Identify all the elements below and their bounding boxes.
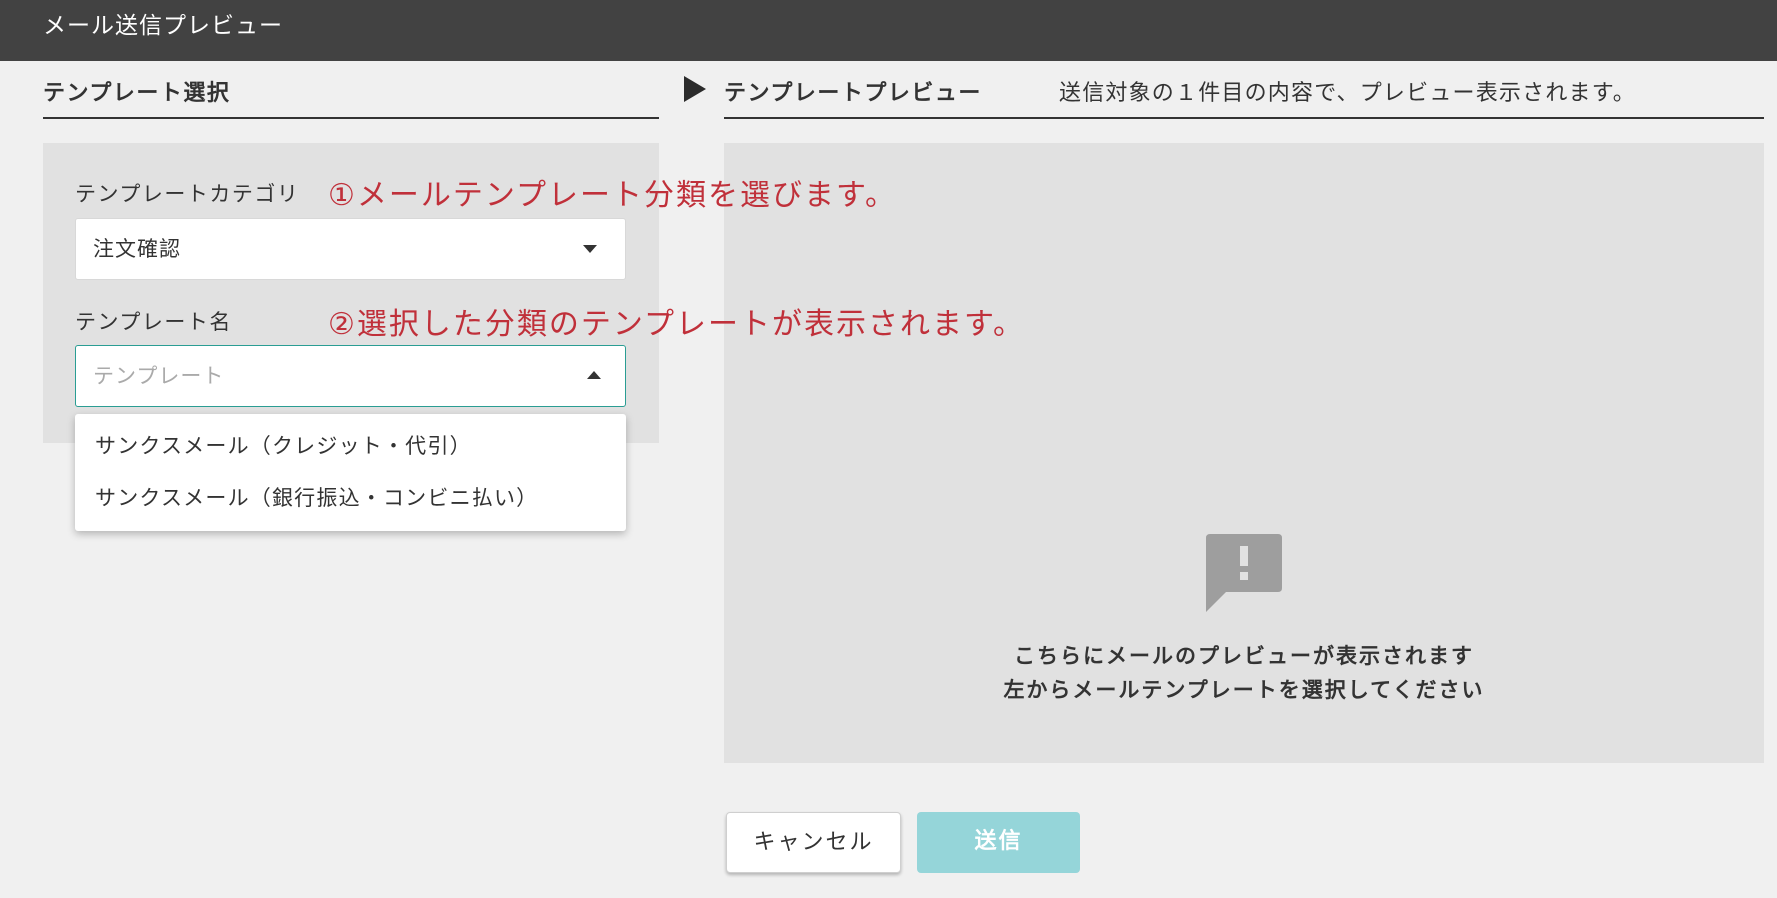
template-preview-heading: テンプレートプレビュー 送信対象の１件目の内容で、プレビュー表示されます。 [724,64,1764,119]
send-button[interactable]: 送信 [917,812,1080,873]
preview-heading-label: テンプレートプレビュー [724,81,982,106]
annotation-step1: ①メールテンプレート分類を選びます。 [328,178,897,213]
preview-empty-line2: 左からメールテンプレートを選択してください [1003,678,1485,702]
feedback-alert-icon [1206,534,1282,612]
caret-up-icon [587,371,601,379]
preview-note: 送信対象の１件目の内容で、プレビュー表示されます。 [1059,81,1636,106]
window-title: メール送信プレビュー [0,0,1777,61]
preview-panel [724,143,1764,763]
preview-empty-line1: こちらにメールのプレビューが表示されます [1014,644,1474,668]
category-select-value: 注文確認 [93,237,181,261]
dropdown-option[interactable]: サンクスメール（クレジット・代引） [95,430,472,460]
template-select-heading: テンプレート選択 [43,64,659,119]
category-label: テンプレートカテゴリ [75,182,300,206]
caret-down-icon [583,245,597,253]
template-name-placeholder: テンプレート [93,364,225,388]
template-name-select[interactable]: テンプレート [75,345,626,407]
category-select[interactable]: 注文確認 [75,218,626,280]
cancel-button[interactable]: キャンセル [726,812,901,873]
template-name-label: テンプレート名 [75,310,232,334]
annotation-step2: ②選択した分類のテンプレートが表示されます。 [328,307,1025,342]
dropdown-option[interactable]: サンクスメール（銀行振込・コンビニ払い） [95,482,538,512]
template-dropdown-menu: サンクスメール（クレジット・代引） サンクスメール（銀行振込・コンビニ払い） [75,414,626,531]
play-arrow-icon [684,76,706,102]
